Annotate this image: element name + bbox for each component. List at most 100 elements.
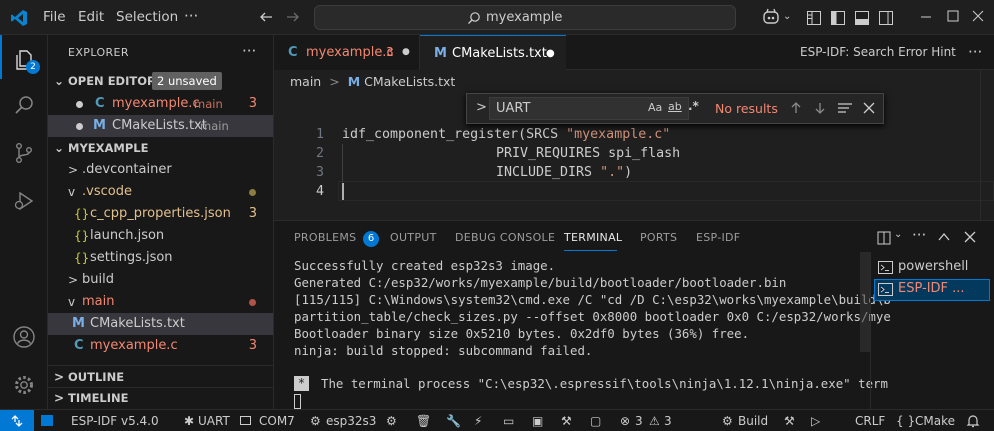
breadcrumb-folder[interactable]: main bbox=[290, 74, 321, 89]
tab-terminal[interactable]: TERMINAL bbox=[564, 231, 622, 244]
tab-problems[interactable]: PROBLEMS 6 bbox=[294, 231, 380, 247]
toggle-sidebar-icon[interactable] bbox=[830, 10, 846, 26]
tree-launch-json[interactable]: {} launch.json bbox=[48, 225, 273, 247]
cmake-file-icon: M bbox=[72, 316, 85, 331]
back-arrow-icon[interactable] bbox=[258, 9, 274, 25]
full-clean-icon[interactable]: 🗑 bbox=[416, 410, 431, 431]
account-icon[interactable] bbox=[0, 315, 48, 359]
more-menu-icon[interactable]: ··· bbox=[184, 7, 198, 25]
flash-monitor-icon[interactable]: ▣ bbox=[532, 410, 543, 431]
tab-ports[interactable]: PORTS bbox=[640, 231, 677, 244]
code-line-2: PRIV_REQUIRES spi_flash bbox=[496, 146, 681, 161]
current-line-highlight bbox=[338, 181, 994, 201]
minimize-icon[interactable] bbox=[920, 11, 932, 23]
outline-header[interactable]: > OUTLINE bbox=[48, 366, 273, 388]
terminal-session-esp-idf[interactable]: ESP-IDF ... bbox=[874, 279, 990, 301]
tree-build[interactable]: > build bbox=[48, 269, 273, 291]
open-editors-header[interactable]: ⌄ OPEN EDITORS 2 unsaved bbox=[48, 70, 273, 92]
tab-cmakelists[interactable]: M CMakeLists.txt ● bbox=[420, 35, 566, 71]
search-view-icon[interactable] bbox=[0, 83, 48, 127]
timeline-header[interactable]: > TIMELINE bbox=[48, 387, 273, 409]
open-editor-cmakelists[interactable]: M CMakeLists.txt main bbox=[48, 115, 273, 137]
terminal-line: Successfully created esp32s3 image. bbox=[294, 258, 556, 273]
terminal-view[interactable]: Successfully created esp32s3 image. Gene… bbox=[274, 252, 891, 410]
build-wrench-icon[interactable]: 🔧 bbox=[446, 410, 461, 431]
bottom-panel: PROBLEMS 6 OUTPUT DEBUG CONSOLE TERMINAL… bbox=[274, 220, 994, 410]
terminal-line: ninja: build stopped: subcommand failed. bbox=[294, 343, 593, 358]
source-control-icon[interactable] bbox=[0, 131, 48, 175]
next-match-icon[interactable] bbox=[813, 101, 827, 115]
editor-scrollbar[interactable] bbox=[980, 70, 994, 220]
close-panel-icon[interactable] bbox=[964, 231, 976, 243]
tree-vscode[interactable]: v .vscode bbox=[48, 181, 273, 203]
tree-settings-json[interactable]: {} settings.json bbox=[48, 247, 273, 269]
tab-myexample-c[interactable]: C myexample.c 3 ● bbox=[274, 35, 420, 70]
maximize-panel-icon[interactable] bbox=[938, 232, 950, 242]
tree-main[interactable]: v main bbox=[48, 291, 273, 313]
maximize-icon[interactable] bbox=[947, 10, 959, 22]
find-input[interactable]: UART Aa ab .* bbox=[489, 97, 699, 120]
tree-cmakelists[interactable]: M CMakeLists.txt bbox=[48, 313, 273, 335]
tree-c-cpp-properties[interactable]: {} c_cpp_properties.json 3 bbox=[48, 203, 273, 225]
panel-more-icon[interactable]: ··· bbox=[912, 226, 926, 244]
run-icon[interactable]: ▷ bbox=[811, 410, 820, 431]
remote-icon[interactable] bbox=[0, 410, 34, 431]
breadcrumb-file[interactable]: CMakeLists.txt bbox=[364, 74, 455, 89]
open-editor-myexample-c[interactable]: C myexample.c main 3 bbox=[48, 93, 273, 115]
menu-file[interactable]: File bbox=[43, 9, 66, 25]
toggle-replace-chevron-icon[interactable]: > bbox=[476, 100, 487, 115]
tab-esp-idf[interactable]: ESP-IDF bbox=[696, 231, 740, 244]
problem-count: 3 bbox=[248, 96, 257, 111]
use-regex-icon[interactable]: .* bbox=[688, 99, 699, 113]
toggle-panel-icon[interactable] bbox=[854, 10, 870, 26]
copilot-icon[interactable] bbox=[761, 8, 781, 26]
project-header[interactable]: ⌄ MYEXAMPLE bbox=[48, 137, 273, 159]
menu-selection[interactable]: Selection bbox=[116, 9, 178, 25]
monitor-icon[interactable]: ▭ bbox=[503, 410, 514, 431]
terminal-session-powershell[interactable]: powershell bbox=[874, 257, 990, 279]
explorer-more-icon[interactable]: ··· bbox=[242, 42, 256, 60]
activity-bar: 2 bbox=[0, 35, 48, 409]
toggle-secondary-sidebar-icon[interactable] bbox=[878, 10, 894, 26]
tab-debug-console[interactable]: DEBUG CONSOLE bbox=[455, 231, 555, 244]
tab-output[interactable]: OUTPUT bbox=[390, 231, 437, 244]
tree-devcontainer[interactable]: > .devcontainer bbox=[48, 159, 273, 181]
sdk-config-icon[interactable]: ⚙ bbox=[386, 410, 397, 431]
run-debug-icon[interactable] bbox=[0, 179, 48, 223]
unsaved-dot-icon: ● bbox=[402, 47, 410, 57]
previous-match-icon[interactable] bbox=[789, 101, 803, 115]
customize-layout-icon[interactable] bbox=[806, 10, 822, 26]
debug-target-icon[interactable]: ⚒ bbox=[784, 410, 795, 431]
star-icon: ✱ bbox=[184, 414, 195, 428]
end-of-line[interactable]: CRLF bbox=[855, 410, 885, 431]
json-file-icon: {} bbox=[74, 207, 90, 221]
split-terminal-icon[interactable] bbox=[877, 231, 891, 245]
open-terminal-icon[interactable]: ▢ bbox=[590, 410, 601, 431]
menu-edit[interactable]: Edit bbox=[78, 9, 104, 25]
file-name: CMakeLists.txt bbox=[112, 118, 207, 133]
plug-icon bbox=[240, 416, 251, 425]
notifications-bell-icon[interactable] bbox=[966, 410, 980, 431]
copilot-dropdown-icon[interactable]: ⌄ bbox=[783, 11, 791, 22]
settings-gear-icon[interactable] bbox=[0, 363, 48, 407]
debug-icon[interactable]: ⚒ bbox=[561, 410, 572, 431]
terminal-scrollbar[interactable] bbox=[860, 252, 870, 352]
close-find-icon[interactable] bbox=[863, 102, 875, 114]
tree-myexample-c[interactable]: C myexample.c 3 bbox=[48, 335, 273, 357]
vscode-logo-icon bbox=[10, 9, 28, 27]
terminal-line: Generated C:/esp32/works/myexample/build… bbox=[294, 275, 787, 290]
cmake-file-icon: M bbox=[93, 118, 106, 133]
flash-icon[interactable]: ⚡ bbox=[474, 410, 482, 431]
explorer-icon[interactable]: 2 bbox=[0, 38, 48, 82]
terminal-dropdown-icon[interactable]: ⌄ bbox=[894, 229, 902, 240]
terminal-message-marker: * bbox=[294, 376, 309, 391]
close-window-icon[interactable] bbox=[972, 10, 984, 22]
match-case-icon[interactable]: Aa bbox=[648, 101, 662, 114]
command-center-search[interactable]: myexample bbox=[314, 5, 736, 30]
match-word-icon[interactable]: ab bbox=[668, 100, 682, 113]
find-in-selection-icon[interactable] bbox=[837, 101, 853, 115]
esp-idf-search-error-hint-button[interactable]: ESP-IDF: Search Error Hint bbox=[800, 35, 956, 70]
unsaved-dot-icon bbox=[76, 123, 83, 130]
editor-more-icon[interactable]: ··· bbox=[968, 45, 982, 60]
forward-arrow-icon[interactable] bbox=[285, 9, 301, 25]
